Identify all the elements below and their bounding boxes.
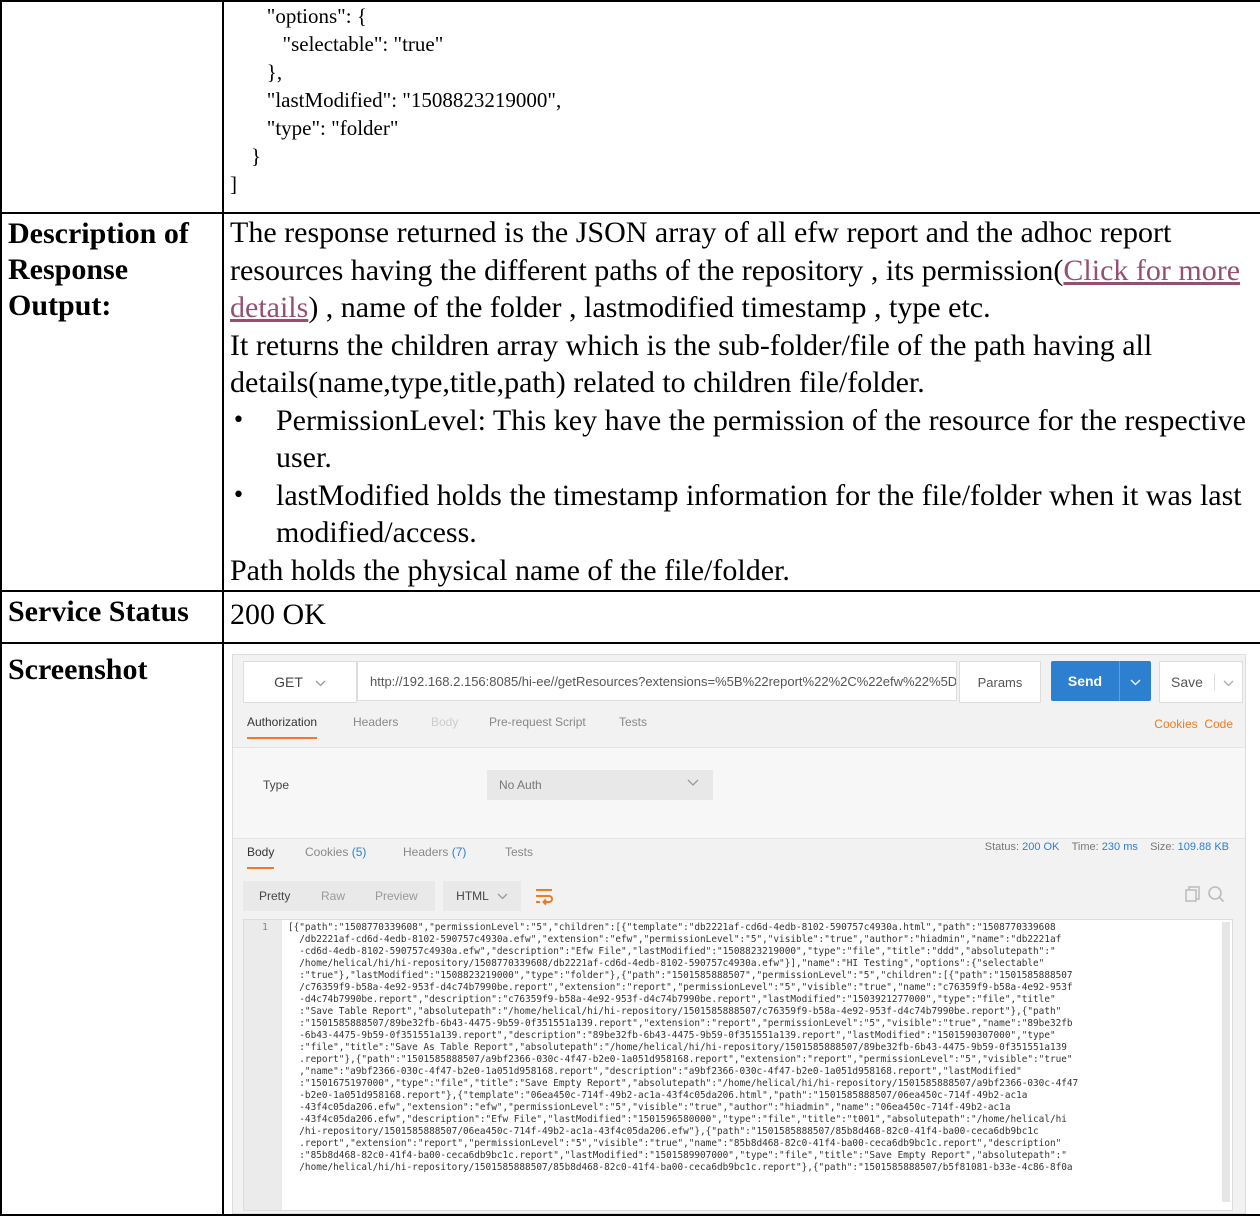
line-number: 1	[262, 922, 269, 933]
status-value-cell: 200 OK	[222, 590, 1260, 644]
description-label-cell: Description of Response Output:	[0, 212, 224, 592]
screenshot-cell: GET http://192.168.2.156:8085/hi-ee//get…	[222, 642, 1260, 1216]
code-link[interactable]: Code	[1204, 717, 1233, 731]
service-status-label: Service Status	[8, 595, 189, 628]
chevron-down-icon	[315, 674, 326, 690]
description-intro: The response returned is the JSON array …	[230, 214, 1260, 327]
intro-text: The response returned is the JSON array …	[230, 216, 1172, 287]
response-tools	[1184, 885, 1225, 908]
bullet-permission-level: PermissionLevel: This key have the permi…	[232, 402, 1260, 477]
empty-label-cell	[0, 0, 224, 214]
method-label: GET	[274, 674, 303, 690]
line-gutter: 1	[244, 920, 282, 1210]
type-label: Type	[263, 778, 290, 792]
detail-bullets: PermissionLevel: This key have the permi…	[230, 402, 1260, 552]
tab-response-tests[interactable]: Tests	[505, 845, 533, 859]
request-tabs: Authorization Headers Body Pre-request S…	[247, 715, 1237, 745]
response-toolbar: Pretty Raw Preview HTML	[243, 881, 1233, 911]
time-value: 230 ms	[1101, 841, 1138, 853]
tab-response-cookies[interactable]: Cookies (5)	[305, 845, 366, 859]
description-label: Description of Response Output:	[8, 217, 189, 322]
copy-icon[interactable]	[1184, 886, 1207, 907]
response-body-viewer[interactable]: 1 [{"path":"1508770339608","permissionLe…	[243, 919, 1233, 1211]
api-doc-table: "options": { "selectable": "true" }, "la…	[0, 0, 1260, 1216]
response-body-text: [{"path":"1508770339608","permissionLeve…	[288, 922, 1079, 1173]
tab-pre-request-script[interactable]: Pre-request Script	[489, 715, 586, 729]
size-value: 109.88 KB	[1177, 841, 1229, 853]
language-value: HTML	[456, 889, 489, 903]
chevron-down-icon	[497, 889, 508, 903]
scrollbar[interactable]	[1222, 922, 1230, 1202]
service-status-value: 200 OK	[230, 598, 326, 631]
service-status-row: Service Status 200 OK	[0, 590, 1260, 644]
response-json-snippet: "options": { "selectable": "true" }, "la…	[230, 4, 562, 196]
view-pretty[interactable]: Pretty	[259, 889, 290, 903]
children-note: It returns the children array which is t…	[230, 328, 1153, 400]
api-client-screenshot: GET http://192.168.2.156:8085/hi-ee//get…	[232, 654, 1246, 1214]
tab-response-headers[interactable]: Headers (7)	[403, 845, 466, 859]
description-row: Description of Response Output: The resp…	[0, 212, 1260, 592]
auth-type-value: No Auth	[499, 778, 542, 792]
bullet-last-modified: lastModified holds the timestamp informa…	[232, 477, 1260, 552]
response-json-row: "options": { "selectable": "true" }, "la…	[0, 0, 1260, 214]
cookies-link[interactable]: Cookies	[1154, 717, 1197, 731]
response-cookies-label: Cookies	[305, 845, 349, 859]
intro-tail-text: ) , name of the folder , lastmodified ti…	[308, 291, 991, 324]
tab-authorization[interactable]: Authorization	[247, 715, 318, 739]
response-json-cell: "options": { "selectable": "true" }, "la…	[222, 0, 1260, 214]
description-text: The response returned is the JSON array …	[230, 214, 1260, 589]
auth-type-select[interactable]: No Auth	[487, 770, 713, 800]
time-label: Time:	[1071, 841, 1099, 853]
chevron-down-icon[interactable]	[1119, 661, 1151, 701]
chevron-down-icon[interactable]	[1214, 674, 1241, 690]
response-tabs: Body Cookies (5) Headers (7) Tests Statu…	[247, 841, 1237, 871]
response-meta: Status: 200 OK Time: 230 ms Size: 109.88…	[985, 841, 1229, 853]
search-icon[interactable]	[1207, 886, 1225, 907]
save-label: Save	[1171, 674, 1203, 690]
size-label: Size:	[1150, 841, 1175, 853]
send-label: Send	[1067, 673, 1103, 689]
view-raw[interactable]: Raw	[321, 889, 345, 903]
method-select[interactable]: GET	[243, 661, 357, 703]
response-headers-label: Headers	[403, 845, 449, 859]
response-cookies-count: (5)	[351, 845, 367, 859]
params-button[interactable]: Params	[959, 661, 1041, 703]
language-select[interactable]: HTML	[443, 881, 521, 911]
tab-response-body[interactable]: Body	[247, 845, 275, 869]
auth-panel: Type No Auth	[233, 747, 1245, 839]
tab-tests[interactable]: Tests	[619, 715, 647, 729]
request-bar: GET http://192.168.2.156:8085/hi-ee//get…	[243, 661, 1243, 703]
status-label-cell: Service Status	[0, 590, 224, 644]
screenshot-label: Screenshot	[8, 653, 148, 686]
cookies-code-links: Cookies Code	[1154, 717, 1233, 731]
status-label: Status:	[984, 841, 1020, 853]
tab-body[interactable]: Body	[431, 715, 458, 729]
status-value: 200 OK	[1022, 841, 1060, 853]
tab-headers[interactable]: Headers	[353, 715, 398, 729]
description-cell: The response returned is the JSON array …	[222, 212, 1260, 592]
response-headers-count: (7)	[451, 845, 467, 859]
view-mode-group: Pretty Raw Preview	[243, 881, 435, 911]
send-button[interactable]: Send	[1051, 661, 1151, 701]
screenshot-row: Screenshot GET http://192.168.2.156:8085…	[0, 642, 1260, 1216]
chevron-down-icon	[687, 776, 699, 790]
screenshot-label-cell: Screenshot	[0, 642, 224, 1216]
view-preview[interactable]: Preview	[375, 889, 418, 903]
save-button[interactable]: Save	[1159, 661, 1243, 703]
url-input[interactable]: http://192.168.2.156:8085/hi-ee//getReso…	[357, 661, 957, 701]
wrap-lines-icon[interactable]	[533, 885, 555, 907]
path-note: Path holds the physical name of the file…	[230, 553, 790, 587]
